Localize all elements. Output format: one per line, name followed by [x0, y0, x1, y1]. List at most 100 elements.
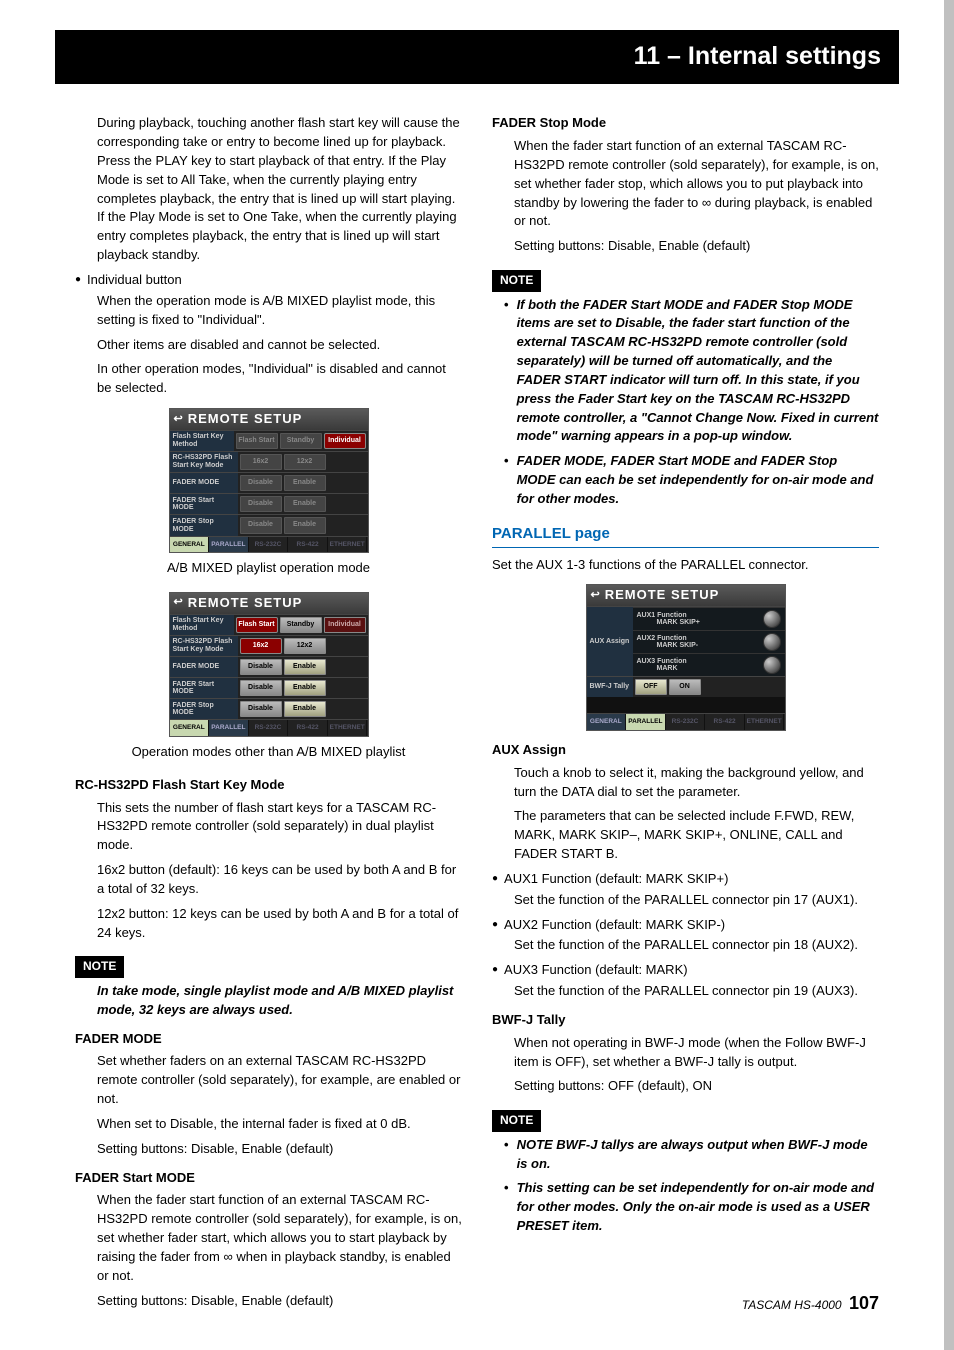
tab-rs232c: RS-232C — [249, 720, 289, 735]
individual-button-label: Individual button — [87, 271, 182, 290]
remote-setup-panel-other-modes: ↩ REMOTE SETUP Flash Start Key Method Fl… — [169, 592, 369, 737]
section-heading: RC-HS32PD Flash Start Key Mode — [75, 776, 462, 795]
page-subheading: PARALLEL page — [492, 523, 879, 548]
row-label: FADER MODE — [170, 657, 238, 677]
row-label: AUX Assign — [587, 607, 633, 676]
note-text: NOTE BWF-J tallys are always output when… — [517, 1136, 879, 1174]
paragraph: 16x2 button (default): 16 keys can be us… — [97, 861, 462, 899]
flash-start-btn: Flash Start — [236, 617, 278, 633]
bullet-icon: • — [504, 1179, 509, 1236]
tab-rs232c: RS-232C — [666, 714, 706, 729]
16x2-btn: 16x2 — [240, 638, 282, 654]
tab-rs232c: RS-232C — [249, 537, 289, 552]
row-label: FADER Stop MODE — [170, 699, 238, 719]
row-label: Flash Start Key Method — [170, 615, 234, 635]
paragraph: When the operation mode is A/B MIXED pla… — [97, 292, 462, 330]
paragraph: Setting buttons: OFF (default), ON — [514, 1077, 879, 1096]
back-arrow-icon: ↩ — [174, 412, 184, 428]
tab-general: GENERAL — [170, 720, 210, 735]
paragraph: Set whether faders on an external TASCAM… — [97, 1052, 462, 1109]
left-column: During playback, touching another flash … — [75, 114, 462, 1316]
bullet-icon: ● — [75, 271, 81, 290]
paragraph: Other items are disabled and cannot be s… — [97, 336, 462, 355]
section-heading: AUX Assign — [492, 741, 879, 760]
disable-btn: Disable — [240, 701, 282, 717]
paragraph: This sets the number of flash start keys… — [97, 799, 462, 856]
disable-btn: Disable — [240, 517, 282, 533]
back-arrow-icon: ↩ — [174, 595, 184, 611]
12x2-btn: 12x2 — [284, 454, 326, 470]
panel-title: ↩ REMOTE SETUP — [170, 409, 368, 430]
tab-rs422: RS-422 — [288, 537, 328, 552]
enable-btn: Enable — [284, 517, 326, 533]
aux2-heading: AUX2 Function (default: MARK SKIP-) — [504, 916, 725, 935]
individual-btn: Individual — [324, 617, 366, 633]
remote-setup-panel-ab-mixed: ↩ REMOTE SETUP Flash Start Key Method Fl… — [169, 408, 369, 553]
tab-parallel: PARALLEL — [626, 714, 666, 729]
section-heading: BWF-J Tally — [492, 1011, 879, 1030]
tab-general: GENERAL — [170, 537, 210, 552]
paragraph: Set the AUX 1-3 functions of the PARALLE… — [492, 556, 879, 575]
knob-icon — [763, 633, 781, 651]
knob-icon — [763, 610, 781, 628]
aux1-function-label: AUX1 Function — [637, 612, 759, 620]
bullet-icon: ● — [492, 916, 498, 935]
standby-btn: Standby — [280, 617, 322, 633]
tab-parallel: PARALLEL — [209, 720, 249, 735]
bullet-icon: • — [504, 1136, 509, 1174]
paragraph: Setting buttons: Disable, Enable (defaul… — [97, 1292, 462, 1311]
tab-rs422: RS-422 — [705, 714, 745, 729]
panel-title: ↩ REMOTE SETUP — [587, 585, 785, 606]
paragraph: Set the function of the PARALLEL connect… — [514, 936, 879, 955]
section-heading: FADER Stop Mode — [492, 114, 879, 133]
section-heading: FADER Start MODE — [75, 1169, 462, 1188]
tab-ethernet: ETHERNET — [745, 714, 785, 729]
note-badge: NOTE — [75, 956, 124, 977]
row-label: FADER Start MODE — [170, 678, 238, 698]
note-text: In take mode, single playlist mode and A… — [97, 982, 462, 1020]
off-btn: OFF — [635, 679, 667, 695]
paragraph: When not operating in BWF-J mode (when t… — [514, 1034, 879, 1072]
row-label: FADER Start MODE — [170, 494, 238, 514]
paragraph: When the fader start function of an exte… — [514, 137, 879, 231]
paragraph: When set to Disable, the internal fader … — [97, 1115, 462, 1134]
16x2-btn: 16x2 — [240, 454, 282, 470]
chapter-header: 11 – Internal settings — [55, 30, 899, 84]
paragraph: In other operation modes, "Individual" i… — [97, 360, 462, 398]
bullet-icon: • — [504, 296, 509, 447]
page-number: 107 — [849, 1293, 879, 1313]
tab-parallel: PARALLEL — [209, 537, 249, 552]
enable-btn: Enable — [284, 701, 326, 717]
enable-btn: Enable — [284, 659, 326, 675]
row-label: FADER Stop MODE — [170, 515, 238, 535]
aux3-function-value: MARK — [637, 665, 759, 673]
paragraph: The parameters that can be selected incl… — [514, 807, 879, 864]
chapter-title: 11 – Internal settings — [73, 38, 881, 74]
paragraph: Setting buttons: Disable, Enable (defaul… — [97, 1140, 462, 1159]
panel-title: ↩ REMOTE SETUP — [170, 593, 368, 614]
aux2-function-label: AUX2 Function — [637, 635, 759, 643]
paragraph: Setting buttons: Disable, Enable (defaul… — [514, 237, 879, 256]
page-footer: TASCAM HS-4000 107 — [742, 1290, 879, 1316]
row-label: RC-HS32PD Flash Start Key Mode — [170, 452, 238, 472]
tab-general: GENERAL — [587, 714, 627, 729]
aux2-function-value: MARK SKIP- — [637, 642, 759, 650]
paragraph: Set the function of the PARALLEL connect… — [514, 982, 879, 1001]
aux3-heading: AUX3 Function (default: MARK) — [504, 961, 688, 980]
remote-setup-panel-parallel: ↩ REMOTE SETUP AUX Assign AUX1 Function … — [586, 584, 786, 730]
row-label: BWF-J Tally — [587, 677, 633, 697]
tab-rs422: RS-422 — [288, 720, 328, 735]
section-heading: FADER MODE — [75, 1030, 462, 1049]
paragraph: Set the function of the PARALLEL connect… — [514, 891, 879, 910]
enable-btn: Enable — [284, 496, 326, 512]
footer-brand: TASCAM HS-4000 — [742, 1298, 842, 1312]
tab-ethernet: ETHERNET — [328, 720, 368, 735]
bullet-icon: ● — [492, 961, 498, 980]
page-container: 11 – Internal settings During playback, … — [0, 0, 954, 1346]
disable-btn: Disable — [240, 680, 282, 696]
row-label: Flash Start Key Method — [170, 431, 234, 451]
note-text: This setting can be set independently fo… — [517, 1179, 879, 1236]
back-arrow-icon: ↩ — [591, 588, 601, 604]
enable-btn: Enable — [284, 680, 326, 696]
paragraph: 12x2 button: 12 keys can be used by both… — [97, 905, 462, 943]
